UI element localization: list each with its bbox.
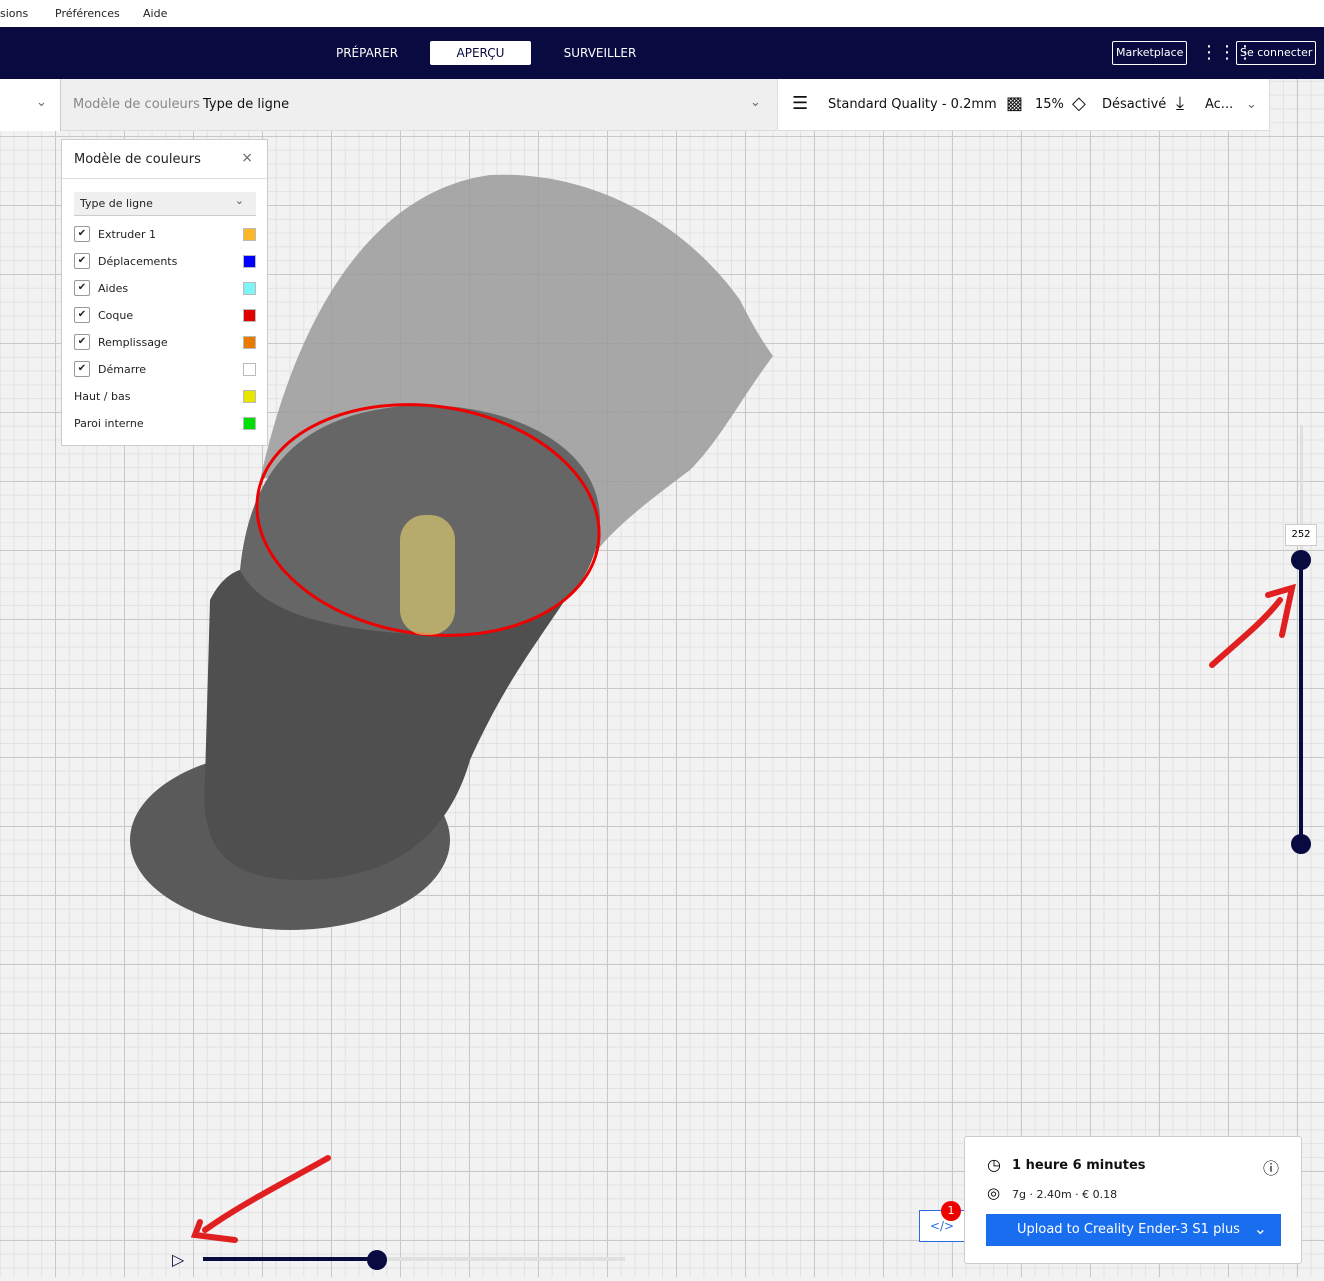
line-type-select[interactable]: Type de ligne ⌄	[74, 192, 256, 216]
legend-label: Déplacements	[98, 255, 178, 268]
color-scheme-label: Modèle de couleurs	[73, 97, 200, 112]
print-settings-bar[interactable]: ☰ Standard Quality - 0.2mm ▩ 15% ◇ Désac…	[777, 79, 1270, 131]
adhesion-value: Ac...	[1205, 97, 1234, 112]
menu-bar: sions Préférences Aide	[0, 0, 1324, 27]
menu-help[interactable]: Aide	[143, 7, 167, 20]
layer-slider-lower-handle[interactable]	[1291, 834, 1311, 854]
layer-slider-range	[1299, 560, 1303, 845]
path-slider-handle[interactable]	[367, 1250, 387, 1270]
legend-item[interactable]: ✔ Extruder 1	[74, 226, 256, 244]
print-time: 1 heure 6 minutes	[1012, 1158, 1146, 1173]
legend-item[interactable]: Paroi interne	[74, 415, 256, 433]
sign-in-button[interactable]: Se connecter	[1236, 41, 1317, 65]
layer-number-input[interactable]: 252	[1285, 524, 1317, 546]
legend-label: Démarre	[98, 363, 147, 376]
tab-preview[interactable]: APERÇU	[430, 41, 531, 65]
select-value: Type de ligne	[80, 197, 153, 210]
color-scheme-panel: Modèle de couleurs × Type de ligne ⌄ ✔ Ex…	[61, 139, 269, 446]
legend-label: Coque	[98, 309, 134, 322]
material-usage: 7g · 2.40m · € 0.18	[1012, 1188, 1118, 1201]
chevron-down-icon: ⌄	[1246, 97, 1257, 112]
infill-icon: ▩	[1006, 93, 1024, 114]
layer-slider-upper-handle[interactable]	[1291, 550, 1311, 570]
object-dropdown[interactable]: ⌄	[0, 79, 61, 131]
color-swatch	[243, 336, 256, 349]
marketplace-button[interactable]: Marketplace	[1112, 41, 1188, 65]
clock-icon: ◷	[987, 1155, 1001, 1174]
color-swatch	[243, 390, 256, 403]
checkbox[interactable]: ✔	[74, 307, 90, 323]
view-options-bar: ⌄ Modèle de couleurs Type de ligne ⌄	[0, 79, 776, 131]
path-slider-fill	[203, 1257, 377, 1261]
top-bar: PRÉPARER APERÇU SURVEILLER Marketplace ⋮…	[0, 27, 1324, 79]
play-icon[interactable]: ▷	[172, 1250, 184, 1269]
legend-item[interactable]: Haut / bas	[74, 388, 256, 406]
color-swatch	[243, 309, 256, 322]
panel-title: Modèle de couleurs	[74, 152, 201, 167]
legend-label: Remplissage	[98, 336, 168, 349]
legend-label: Haut / bas	[74, 390, 131, 403]
color-scheme-value[interactable]: Type de ligne	[203, 97, 289, 112]
tab-monitor[interactable]: SURVEILLER	[550, 41, 650, 65]
legend-item[interactable]: ✔ Déplacements	[74, 253, 256, 271]
support-value: Désactivé	[1102, 97, 1167, 112]
legend-label: Extruder 1	[98, 228, 157, 241]
color-swatch	[243, 363, 256, 376]
apps-grid-icon[interactable]: ⋮⋮⋮	[1200, 43, 1254, 63]
upload-button[interactable]: Upload to Creality Ender-3 S1 plus ⌄	[986, 1214, 1281, 1246]
legend-item[interactable]: ✔ Démarre	[74, 361, 256, 379]
color-swatch	[243, 255, 256, 268]
color-swatch	[243, 228, 256, 241]
color-swatch	[243, 282, 256, 295]
notification-badge: 1	[941, 1201, 961, 1221]
legend-item[interactable]: ✔ Remplissage	[74, 334, 256, 352]
chevron-down-icon: ⌄	[234, 194, 244, 207]
spool-icon: ◎	[987, 1184, 1001, 1202]
infill-value: 15%	[1035, 97, 1064, 112]
tab-prepare[interactable]: PRÉPARER	[320, 41, 414, 65]
adhesion-icon: ⤓	[1176, 93, 1184, 114]
menu-extensions[interactable]: sions	[0, 7, 28, 20]
upload-label: Upload to Creality Ender-3 S1 plus	[1017, 1222, 1240, 1237]
checkbox[interactable]: ✔	[74, 226, 90, 242]
checkbox[interactable]: ✔	[74, 334, 90, 350]
info-icon[interactable]: ⓘ	[1263, 1155, 1279, 1179]
checkbox[interactable]: ✔	[74, 253, 90, 269]
color-swatch	[243, 417, 256, 430]
legend-label: Paroi interne	[74, 417, 144, 430]
legend-label: Aides	[98, 282, 129, 295]
code-icon: </>	[929, 1219, 955, 1233]
chevron-down-icon[interactable]: ⌄	[750, 95, 761, 110]
print-info-panel: ◷ 1 heure 6 minutes ⓘ ◎ 7g · 2.40m · € 0…	[964, 1136, 1302, 1264]
checkbox[interactable]: ✔	[74, 361, 90, 377]
legend-item[interactable]: ✔ Aides	[74, 280, 256, 298]
legend-item[interactable]: ✔ Coque	[74, 307, 256, 325]
chevron-down-icon: ⌄	[36, 95, 47, 110]
settings-sliders-icon: ☰	[792, 93, 809, 114]
support-icon: ◇	[1072, 93, 1086, 114]
close-icon[interactable]: ×	[241, 150, 253, 166]
quality-profile: Standard Quality - 0.2mm	[828, 97, 997, 112]
chevron-down-icon[interactable]: ⌄	[1254, 1219, 1267, 1238]
menu-preferences[interactable]: Préférences	[55, 7, 120, 20]
checkbox[interactable]: ✔	[74, 280, 90, 296]
